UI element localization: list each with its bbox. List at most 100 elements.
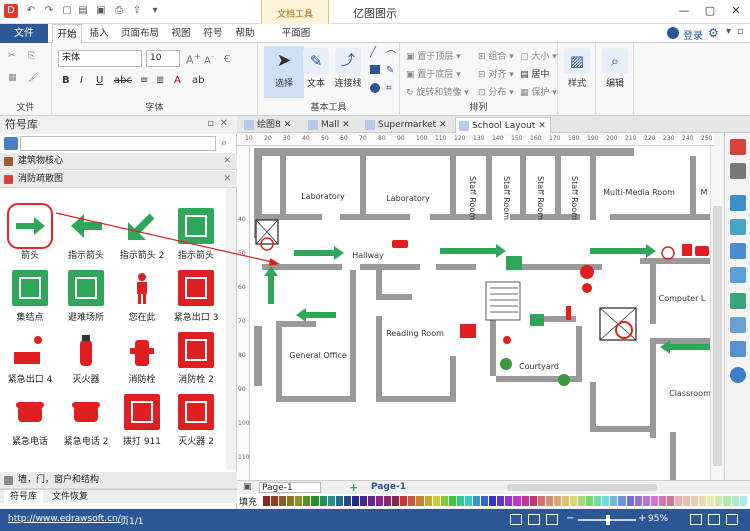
rotate-mirror-button[interactable]: ↻ 旋转和镜像 ▾	[406, 85, 469, 98]
export-icon[interactable]: ⇪	[130, 4, 144, 18]
ribbon-collapse-icon[interactable]: ▾	[726, 26, 731, 37]
color-swatch[interactable]	[578, 496, 586, 506]
highlight-icon[interactable]: ab	[192, 75, 204, 86]
underline-icon[interactable]: U	[96, 75, 103, 86]
color-swatch[interactable]	[392, 496, 400, 506]
color-swatch[interactable]	[553, 496, 561, 506]
doc-tab-drawing8[interactable]: 绘图8 ✕	[241, 117, 303, 133]
color-swatch[interactable]	[408, 496, 416, 506]
color-swatch[interactable]	[642, 496, 650, 506]
center-button[interactable]: ▤ 居中	[520, 67, 549, 80]
view-mode-icon[interactable]	[690, 514, 702, 525]
color-swatch[interactable]	[448, 496, 456, 506]
format-painter-icon[interactable]: 🖌	[28, 73, 39, 83]
tab-page-layout[interactable]: 页面布局	[118, 24, 162, 43]
symbol-item[interactable]: 消防栓 2	[168, 326, 224, 390]
add-page-icon[interactable]: +	[349, 481, 358, 494]
library-menu-icon[interactable]	[4, 137, 18, 150]
shadow-panel-icon[interactable]	[730, 195, 746, 211]
presentation-icon[interactable]	[708, 514, 720, 525]
font-size-select[interactable]: 10	[146, 50, 180, 67]
color-swatch[interactable]	[634, 496, 642, 506]
symbol-item[interactable]: 紧急电话	[2, 388, 58, 452]
horizontal-scrollbar[interactable]	[507, 484, 657, 491]
symbol-item[interactable]: 紧急出口 3	[168, 264, 224, 328]
symbol-item[interactable]: 箭头	[2, 202, 58, 266]
color-swatch[interactable]	[424, 496, 432, 506]
color-swatch[interactable]	[287, 496, 295, 506]
new-icon[interactable]: ▢	[60, 4, 74, 18]
color-swatch[interactable]	[303, 496, 311, 506]
tab-file-recovery[interactable]: 文件恢复	[46, 490, 94, 504]
color-swatch[interactable]	[464, 496, 473, 506]
copy-icon[interactable]: ⎘	[28, 51, 35, 61]
line-tool-icon[interactable]: ╱	[370, 47, 376, 58]
doc-tab-mall[interactable]: Mall ✕	[305, 117, 359, 133]
color-swatch[interactable]	[376, 496, 384, 506]
line-panel-icon[interactable]	[730, 163, 746, 179]
clear-format-icon[interactable]: Ꞓ	[224, 51, 230, 65]
color-swatch[interactable]	[715, 496, 723, 506]
color-swatch[interactable]	[489, 496, 497, 506]
group-button[interactable]: ⊞ 组合 ▾	[478, 49, 514, 62]
settings-icon[interactable]: ⚙	[708, 26, 719, 40]
symbol-item[interactable]: 紧急电话 2	[58, 388, 114, 452]
tab-symbols[interactable]: 符号	[200, 24, 226, 43]
strikethrough-icon[interactable]: abc	[114, 75, 132, 86]
color-swatch[interactable]	[440, 496, 448, 506]
symbol-item[interactable]: 避难场所	[58, 264, 114, 328]
color-swatch[interactable]	[674, 496, 683, 506]
category-close-icon[interactable]: ✕	[223, 171, 231, 188]
color-swatch[interactable]	[359, 496, 368, 506]
indent-icon[interactable]: ≣	[156, 75, 164, 86]
color-swatch[interactable]	[263, 496, 271, 506]
symbol-item[interactable]: 指示箭头	[168, 202, 224, 266]
color-swatch[interactable]	[521, 496, 529, 506]
panel-close-icon[interactable]: ✕	[220, 118, 228, 129]
pencil-tool-icon[interactable]: ✎	[386, 65, 394, 76]
tab-home[interactable]: 开始	[52, 24, 82, 43]
color-swatch[interactable]	[335, 496, 343, 506]
symbol-item[interactable]: 您在此	[114, 264, 170, 328]
color-swatch[interactable]	[473, 496, 481, 506]
color-swatch[interactable]	[666, 496, 674, 506]
zoom-slider[interactable]	[578, 515, 636, 525]
image-panel-icon[interactable]	[730, 219, 746, 235]
page-tab-1[interactable]: Page-1	[371, 482, 406, 492]
tab-view[interactable]: 视图	[168, 24, 194, 43]
align-button[interactable]: ⊟ 对齐 ▾	[478, 67, 514, 80]
drawing-canvas[interactable]: Laboratory Laboratory Staff Room Staff R…	[250, 146, 710, 480]
color-swatch[interactable]	[561, 496, 569, 506]
color-swatch[interactable]	[594, 496, 602, 506]
hyperlink-panel-icon[interactable]	[730, 267, 746, 283]
color-swatch[interactable]	[626, 496, 634, 506]
color-swatch[interactable]	[586, 496, 594, 506]
full-screen-icon[interactable]	[546, 514, 558, 525]
style-button[interactable]: ▨ 样式	[562, 48, 592, 89]
color-swatch[interactable]	[545, 496, 553, 506]
maximize-icon[interactable]: ▢	[702, 3, 718, 19]
color-swatch[interactable]	[513, 496, 521, 506]
size-button[interactable]: ▢ 大小 ▾	[520, 49, 557, 62]
color-swatch[interactable]	[731, 496, 739, 506]
symbol-item[interactable]: 指示箭头 2	[114, 202, 170, 266]
quick-access-menu-icon[interactable]: ▾	[148, 4, 162, 18]
crop-tool-icon[interactable]: ⌗	[386, 83, 392, 94]
color-swatch[interactable]	[271, 496, 279, 506]
category-close-icon[interactable]: ✕	[223, 153, 231, 170]
doc-tab-school-layout[interactable]: School Layout ✕	[455, 117, 551, 133]
color-swatch[interactable]	[311, 496, 319, 506]
page-select[interactable]: Page-1	[259, 482, 321, 493]
tab-help[interactable]: 帮助	[232, 24, 258, 43]
user-icon[interactable]	[667, 27, 679, 39]
scroll-thumb[interactable]	[713, 206, 722, 466]
color-swatch[interactable]	[416, 496, 424, 506]
color-swatch[interactable]	[343, 496, 351, 506]
color-swatch[interactable]	[569, 496, 578, 506]
panel-pin-icon[interactable]: ▫	[207, 118, 214, 129]
library-search-input[interactable]	[20, 136, 216, 151]
minimize-icon[interactable]: —	[676, 3, 692, 19]
symbol-item[interactable]: 指示箭头	[58, 202, 114, 266]
comment-panel-icon[interactable]	[730, 341, 746, 357]
color-swatch[interactable]	[481, 496, 489, 506]
